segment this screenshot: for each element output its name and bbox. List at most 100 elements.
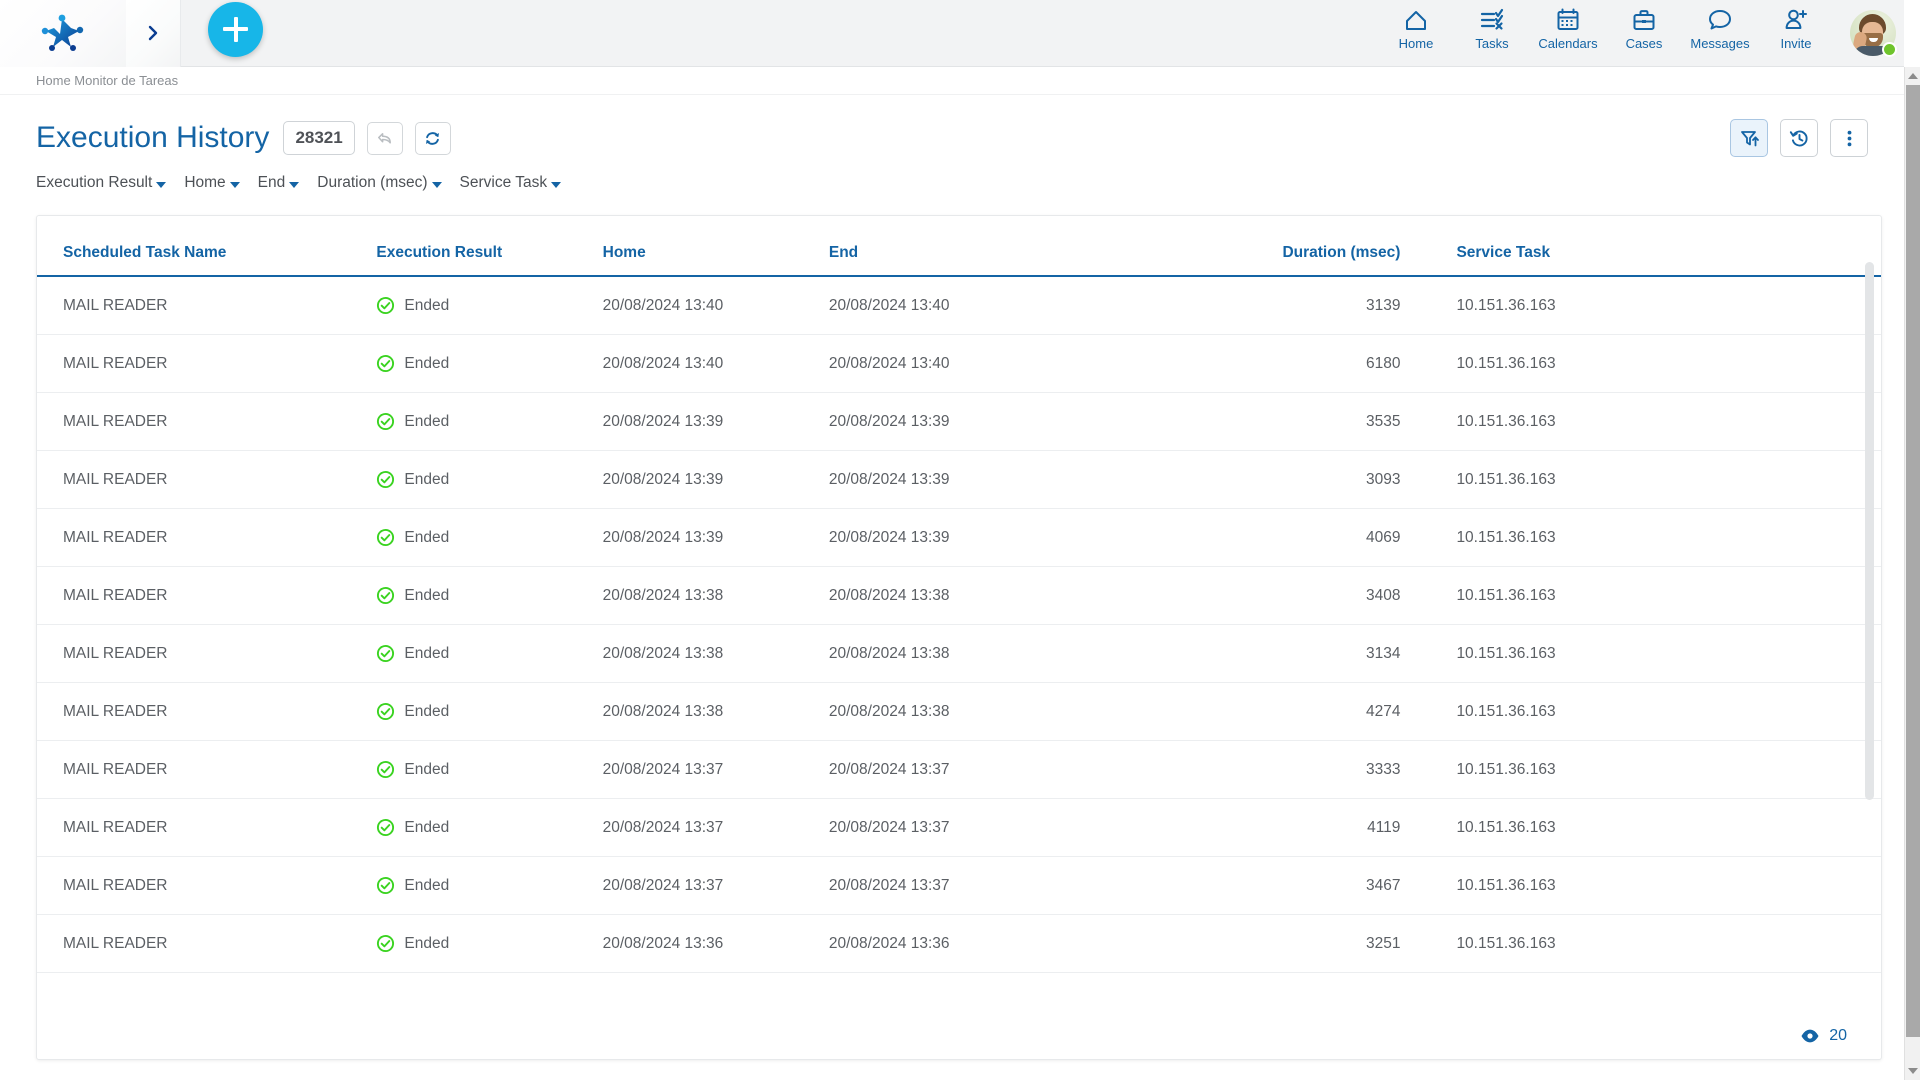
- page-content: Execution History 28321: [0, 96, 1904, 1060]
- cell-execution-result: Ended: [376, 741, 602, 799]
- cell-end: 20/08/2024 13:37: [829, 741, 1191, 799]
- cell-service-task: 10.151.36.163: [1428, 335, 1881, 393]
- cell-end: 20/08/2024 13:38: [829, 567, 1191, 625]
- status-label: Ended: [404, 645, 449, 663]
- refresh-button[interactable]: [415, 122, 451, 155]
- chevron-right-icon: [146, 24, 160, 42]
- page-header: Execution History 28321: [0, 110, 1904, 166]
- top-nav-items: Home Tasks: [1378, 0, 1842, 67]
- column-header-service-task[interactable]: Service Task: [1428, 216, 1881, 276]
- cell-service-task: 10.151.36.163: [1428, 857, 1881, 915]
- execution-result-status: Ended: [376, 528, 602, 547]
- table-row[interactable]: MAIL READEREnded20/08/2024 13:3820/08/20…: [37, 625, 1881, 683]
- cell-home: 20/08/2024 13:38: [603, 625, 829, 683]
- column-header-duration[interactable]: Duration (msec): [1191, 216, 1429, 276]
- cell-home: 20/08/2024 13:37: [603, 799, 829, 857]
- page-title: Execution History: [36, 121, 269, 155]
- cell-duration: 3093: [1191, 451, 1429, 509]
- nav-label-invite: Invite: [1780, 36, 1811, 51]
- column-header-scheduled-task-name[interactable]: Scheduled Task Name: [37, 216, 376, 276]
- cell-end: 20/08/2024 13:38: [829, 625, 1191, 683]
- cell-execution-result: Ended: [376, 915, 602, 973]
- filter-button[interactable]: [1730, 119, 1768, 157]
- nav-item-cases[interactable]: Cases: [1606, 0, 1682, 67]
- nav-item-messages[interactable]: Messages: [1682, 0, 1758, 67]
- table-row[interactable]: MAIL READEREnded20/08/2024 13:4020/08/20…: [37, 335, 1881, 393]
- table-row[interactable]: MAIL READEREnded20/08/2024 13:3920/08/20…: [37, 451, 1881, 509]
- user-avatar-button[interactable]: [1842, 0, 1904, 67]
- execution-result-status: Ended: [376, 876, 602, 895]
- table-row[interactable]: MAIL READEREnded20/08/2024 13:4020/08/20…: [37, 276, 1881, 335]
- scroll-up-arrow-icon[interactable]: [1908, 73, 1918, 79]
- execution-result-status: Ended: [376, 760, 602, 779]
- cell-service-task: 10.151.36.163: [1428, 276, 1881, 335]
- nav-item-tasks[interactable]: Tasks: [1454, 0, 1530, 67]
- more-options-button[interactable]: [1830, 119, 1868, 157]
- filter-chip-home[interactable]: Home: [184, 174, 239, 192]
- column-header-execution-result[interactable]: Execution Result: [376, 216, 602, 276]
- scrollbar-thumb[interactable]: [1906, 85, 1920, 1037]
- cell-service-task: 10.151.36.163: [1428, 451, 1881, 509]
- history-button[interactable]: [1780, 119, 1818, 157]
- cell-service-task: 10.151.36.163: [1428, 741, 1881, 799]
- table-row[interactable]: MAIL READEREnded20/08/2024 13:3720/08/20…: [37, 799, 1881, 857]
- chevron-down-icon: [551, 182, 561, 188]
- check-circle-icon: [376, 528, 395, 547]
- table-row[interactable]: MAIL READEREnded20/08/2024 13:3820/08/20…: [37, 683, 1881, 741]
- execution-result-status: Ended: [376, 470, 602, 489]
- page-vertical-scrollbar[interactable]: [1904, 67, 1920, 1080]
- cell-home: 20/08/2024 13:36: [603, 915, 829, 973]
- execution-result-status: Ended: [376, 296, 602, 315]
- tasks-icon: [1479, 7, 1505, 33]
- cell-scheduled-task-name: MAIL READER: [37, 683, 376, 741]
- status-label: Ended: [404, 935, 449, 953]
- nav-label-tasks: Tasks: [1475, 36, 1508, 51]
- column-header-end[interactable]: End: [829, 216, 1191, 276]
- check-circle-icon: [376, 644, 395, 663]
- undo-button[interactable]: [367, 122, 403, 155]
- calendar-icon: [1555, 7, 1581, 33]
- cell-home: 20/08/2024 13:39: [603, 393, 829, 451]
- nav-item-invite[interactable]: Invite: [1758, 0, 1834, 67]
- column-header-home[interactable]: Home: [603, 216, 829, 276]
- check-circle-icon: [376, 586, 395, 605]
- table-row[interactable]: MAIL READEREnded20/08/2024 13:3720/08/20…: [37, 741, 1881, 799]
- nav-label-cases: Cases: [1626, 36, 1663, 51]
- execution-result-status: Ended: [376, 934, 602, 953]
- nav-label-home: Home: [1399, 36, 1434, 51]
- status-label: Ended: [404, 471, 449, 489]
- briefcase-icon: [1631, 7, 1657, 33]
- table-row[interactable]: MAIL READEREnded20/08/2024 13:3720/08/20…: [37, 857, 1881, 915]
- status-label: Ended: [404, 703, 449, 721]
- status-label: Ended: [404, 297, 449, 315]
- table-row[interactable]: MAIL READEREnded20/08/2024 13:3920/08/20…: [37, 393, 1881, 451]
- filter-chip-duration[interactable]: Duration (msec): [317, 174, 441, 192]
- table-scroll-region[interactable]: Scheduled Task Name Execution Result Hom…: [37, 216, 1881, 1013]
- table-row[interactable]: MAIL READEREnded20/08/2024 13:3620/08/20…: [37, 915, 1881, 973]
- filter-chip-service-task[interactable]: Service Task: [460, 174, 562, 192]
- status-label: Ended: [404, 877, 449, 895]
- add-new-button[interactable]: [208, 2, 263, 57]
- cell-scheduled-task-name: MAIL READER: [37, 857, 376, 915]
- status-badge-online: [1882, 42, 1897, 57]
- app-logo-icon: [40, 13, 86, 53]
- check-circle-icon: [376, 876, 395, 895]
- table-row[interactable]: MAIL READEREnded20/08/2024 13:3920/08/20…: [37, 509, 1881, 567]
- execution-history-table: Scheduled Task Name Execution Result Hom…: [37, 216, 1881, 973]
- table-vertical-scrollbar[interactable]: [1865, 262, 1874, 800]
- cell-end: 20/08/2024 13:39: [829, 451, 1191, 509]
- scroll-down-arrow-icon[interactable]: [1908, 1068, 1918, 1074]
- filter-chip-end[interactable]: End: [258, 174, 300, 192]
- filter-chip-execution-result[interactable]: Execution Result: [36, 174, 166, 192]
- cell-scheduled-task-name: MAIL READER: [37, 335, 376, 393]
- cell-duration: 3251: [1191, 915, 1429, 973]
- breadcrumb-text[interactable]: Home Monitor de Tareas: [36, 73, 178, 88]
- execution-result-status: Ended: [376, 702, 602, 721]
- cell-home: 20/08/2024 13:40: [603, 276, 829, 335]
- status-label: Ended: [404, 529, 449, 547]
- nav-item-home[interactable]: Home: [1378, 0, 1454, 67]
- table-row[interactable]: MAIL READEREnded20/08/2024 13:3820/08/20…: [37, 567, 1881, 625]
- expand-sidebar-button[interactable]: [126, 0, 181, 67]
- nav-item-calendars[interactable]: Calendars: [1530, 0, 1606, 67]
- app-logo[interactable]: [0, 0, 126, 67]
